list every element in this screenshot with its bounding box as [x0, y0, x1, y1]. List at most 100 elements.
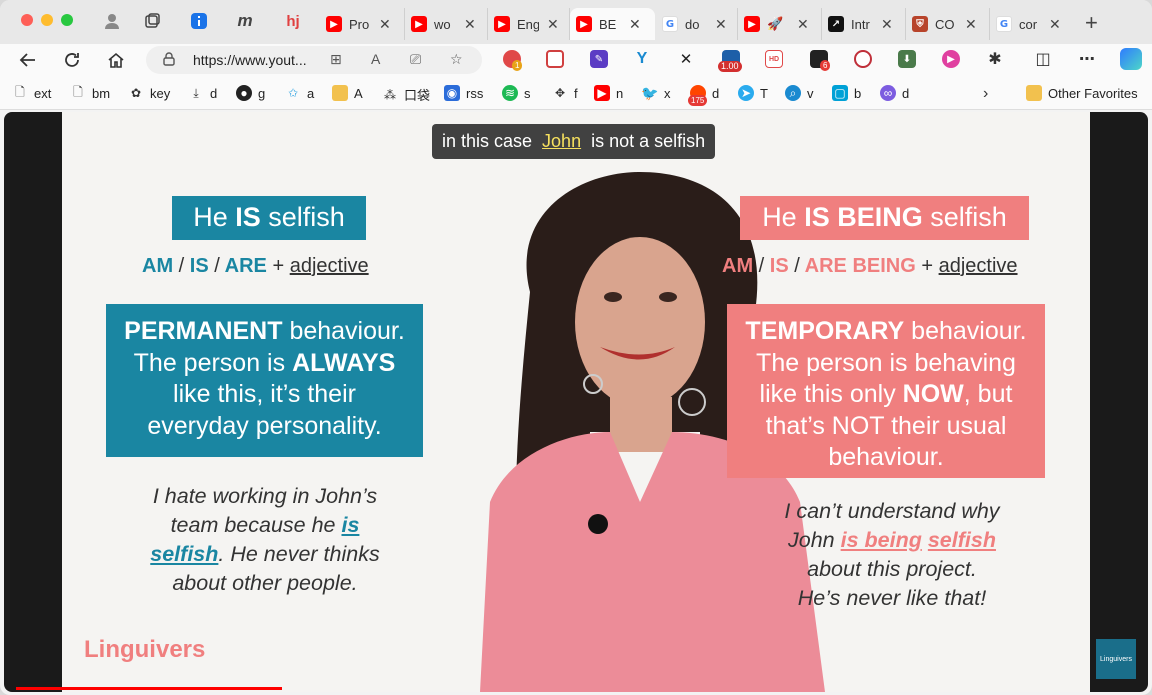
channel-watermark[interactable]: Linguivers: [1096, 639, 1136, 679]
close-tab-icon[interactable]: ✕: [1049, 16, 1061, 33]
bookmark-v[interactable]: ⌕ v: [785, 85, 814, 101]
page-icon: 🗋: [73, 84, 83, 99]
linguivers-logo: Linguivers: [84, 636, 206, 663]
toolbar: https://www.yout... ⊞ A ⎚ ☆ 1 ✎ Y ✕ 1.00…: [0, 44, 1152, 76]
extension-5-icon[interactable]: ✕: [677, 50, 695, 68]
bookmarks-overflow-chevron-icon[interactable]: ›: [983, 85, 988, 103]
subtitle-caption: in this case John is not a selfish: [432, 124, 716, 159]
bookmark-f[interactable]: ✥ f: [552, 85, 578, 101]
close-tab-icon[interactable]: ✕: [629, 16, 641, 33]
bookmark-b[interactable]: ▢ b: [832, 85, 861, 101]
tab-3-active[interactable]: ▶ BE ✕: [570, 8, 655, 40]
tab-0[interactable]: ▶ Pro ✕: [320, 8, 405, 40]
more-menu-icon[interactable]: ⋯: [1078, 50, 1096, 68]
youtube-icon: ▶: [411, 16, 427, 32]
video-progress-bar[interactable]: [16, 687, 282, 690]
collections-icon[interactable]: [143, 12, 161, 30]
other-favorites[interactable]: Other Favorites: [1026, 85, 1138, 101]
download-icon: ⤓: [193, 85, 199, 100]
apps-icon[interactable]: ⊞: [330, 51, 342, 68]
hj-tab-icon[interactable]: hj: [284, 12, 302, 30]
left-rule: AM / IS / ARE + adjective: [142, 255, 369, 277]
youtube-icon: ▶: [744, 16, 760, 32]
extension-10-icon[interactable]: ▶: [942, 50, 960, 68]
address-bar[interactable]: https://www.yout... ⊞ A ⎚ ☆: [146, 46, 482, 74]
tab-8[interactable]: G cor ✕: [990, 8, 1072, 40]
extension-4-icon[interactable]: Y: [633, 50, 651, 68]
folder-icon: [1026, 85, 1042, 101]
google-icon: G: [996, 16, 1012, 32]
extension-9-icon[interactable]: ⬇: [898, 50, 916, 68]
info-tab-icon[interactable]: [190, 12, 208, 30]
extensions-puzzle-icon[interactable]: ✱: [986, 50, 1004, 68]
bookmark-g[interactable]: ● g: [236, 85, 265, 101]
maximize-window-button[interactable]: [61, 14, 73, 26]
bookmark-d2[interactable]: ∞ d: [880, 85, 909, 101]
extension-8-icon[interactable]: [854, 50, 872, 68]
split-screen-icon[interactable]: ◫: [1034, 50, 1052, 68]
twitter-icon: 🐦: [641, 84, 659, 101]
close-tab-icon[interactable]: ✕: [379, 16, 391, 33]
right-title: He IS BEING selfish: [740, 196, 1029, 240]
puzzle-icon: ✿: [130, 86, 142, 100]
new-tab-button[interactable]: +: [1085, 10, 1098, 36]
video-player[interactable]: He IS selfish AM / IS / ARE + adjective …: [4, 112, 1148, 692]
tab-1[interactable]: ▶ wo ✕: [405, 8, 488, 40]
youtube-icon: ▶: [576, 16, 592, 32]
pocket-icon: ⁂: [384, 87, 396, 102]
bookmark-ext[interactable]: 🗋 ext: [12, 85, 51, 101]
bookmark-pocket[interactable]: ⁂ 口袋: [382, 85, 430, 104]
bookmark-bm[interactable]: 🗋 bm: [70, 85, 110, 101]
tab-4[interactable]: G do ✕: [656, 8, 738, 40]
video-icon[interactable]: ⎚: [410, 51, 421, 68]
close-tab-icon[interactable]: ✕: [547, 16, 559, 33]
shield-icon: ⛨: [912, 16, 928, 32]
tab-2[interactable]: ▶ Eng ✕: [488, 8, 570, 40]
right-rule: AM / IS / ARE BEING + adjective: [722, 255, 1018, 277]
favorite-star-icon[interactable]: ☆: [450, 51, 463, 68]
bookmark-s[interactable]: ≋ s: [502, 85, 531, 101]
speed-badge: 1.00: [718, 61, 742, 72]
bookmark-A[interactable]: A: [332, 85, 363, 101]
folder-icon: [332, 85, 348, 101]
refresh-button[interactable]: [60, 48, 84, 72]
spotify-icon: ≋: [502, 85, 518, 101]
youtube-icon: ▶: [594, 85, 610, 101]
youtube-icon: ▶: [494, 16, 510, 32]
bookmark-x[interactable]: 🐦 x: [641, 84, 670, 101]
read-aloud-icon[interactable]: A: [371, 51, 380, 67]
left-example: I hate working in John’s team because he…: [150, 484, 380, 595]
bookmark-a[interactable]: ✩ a: [285, 85, 314, 101]
extension-3-icon[interactable]: ✎: [590, 50, 608, 68]
star-icon: ✩: [287, 86, 299, 100]
close-window-button[interactable]: [21, 14, 33, 26]
left-title: He IS selfish: [172, 196, 366, 240]
close-tab-icon[interactable]: ✕: [881, 16, 893, 33]
minimize-window-button[interactable]: [41, 14, 53, 26]
back-button[interactable]: [16, 48, 40, 72]
tab-bar: m hj ▶ Pro ✕ ▶ wo ✕ ▶ Eng ✕ ▶ BE ✕ G do …: [0, 0, 1152, 44]
close-tab-icon[interactable]: ✕: [797, 16, 809, 33]
page-icon: 🗋: [15, 84, 25, 99]
video-frame[interactable]: He IS selfish AM / IS / ARE + adjective …: [62, 112, 1136, 692]
copilot-icon[interactable]: [1120, 48, 1142, 70]
bookmark-n[interactable]: ▶ n: [594, 85, 623, 101]
bili-icon: ▢: [832, 85, 848, 101]
close-tab-icon[interactable]: ✕: [464, 16, 476, 33]
m-tab-icon[interactable]: m: [236, 11, 254, 30]
close-tab-icon[interactable]: ✕: [965, 16, 977, 33]
tab-6[interactable]: ↗ Intr ✕: [822, 8, 906, 40]
lock-icon[interactable]: [163, 52, 175, 69]
profile-icon[interactable]: [103, 12, 121, 30]
extension-hd-icon[interactable]: HD: [765, 50, 783, 68]
url-text[interactable]: https://www.yout...: [193, 52, 307, 68]
close-tab-icon[interactable]: ✕: [715, 16, 727, 33]
tab-5[interactable]: ▶ 🚀 ✕: [738, 8, 822, 40]
bookmark-key[interactable]: ✿ key: [128, 85, 170, 101]
bookmark-rss[interactable]: ◉ rss: [444, 85, 483, 101]
extension-2-icon[interactable]: [546, 50, 564, 68]
tab-7[interactable]: ⛨ CO ✕: [906, 8, 990, 40]
bookmark-d[interactable]: ⤓ d: [188, 85, 217, 101]
home-button[interactable]: [104, 48, 128, 72]
bookmark-T[interactable]: ➤ T: [738, 85, 768, 101]
